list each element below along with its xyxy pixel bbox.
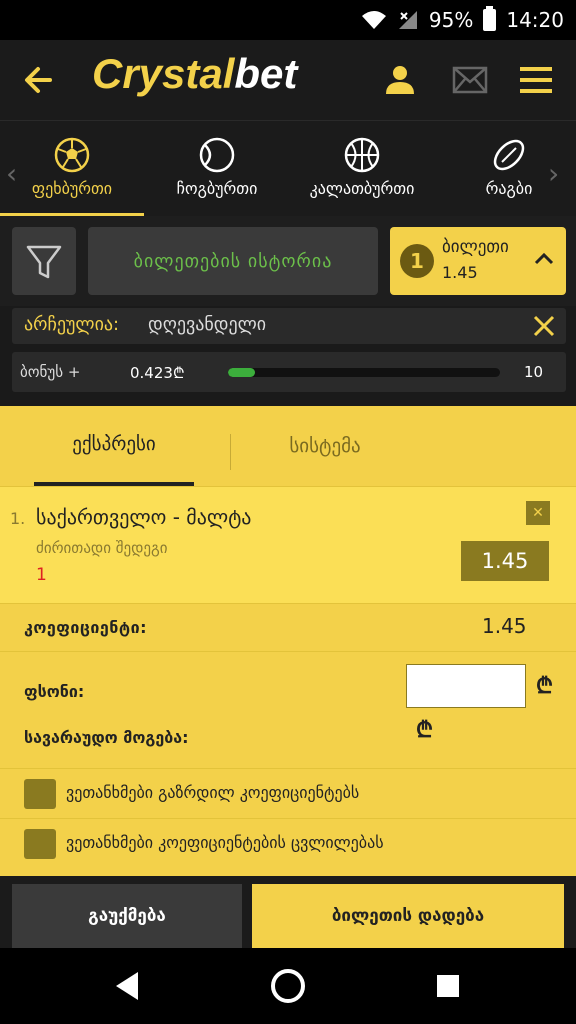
menu-icon[interactable]: [516, 60, 556, 100]
mail-icon[interactable]: [450, 60, 490, 100]
bet-history-button[interactable]: ბილეთების ისტორია: [88, 227, 378, 295]
tab-tennis[interactable]: ჩოგბურთი: [154, 121, 280, 217]
tab-soccer-label: ფეხბურთი: [31, 179, 113, 198]
tab-basketball-label: კალათბურთი: [309, 179, 415, 198]
tab-basketball[interactable]: კალათბურთი: [292, 121, 432, 217]
nav-recents-icon[interactable]: [428, 966, 468, 1006]
wifi-icon: [361, 11, 386, 29]
checkbox-increased-odds[interactable]: ვეთანხმები გაზრდილ კოეფიციენტებს: [0, 768, 576, 816]
betslip-panel: ექსპრესი სისტემა 1. საქართველო - მალტა ძ…: [0, 406, 576, 876]
betslip-tabs: ექსპრესი სისტემა: [0, 406, 576, 486]
tab-express[interactable]: ექსპრესი: [34, 406, 194, 486]
close-icon[interactable]: [530, 312, 558, 340]
filter-icon: [26, 245, 62, 279]
selected-filter: არჩეულია: დღევანდელი: [12, 308, 566, 344]
rugby-ball-icon: [493, 139, 525, 171]
bonus-label: ბონუს +: [20, 363, 81, 381]
tab-rugby-label: რაგბი: [485, 179, 533, 198]
selection-market: ძირითადი შედეგი: [36, 539, 168, 557]
logo[interactable]: Crystalbet: [92, 50, 297, 98]
checkbox-label: ვეთანხმები გაზრდილ კოეფიციენტებს: [66, 783, 360, 802]
soccer-ball-icon: [54, 137, 90, 173]
tab-divider: [230, 434, 231, 470]
selected-label: არჩეულია:: [24, 314, 120, 335]
battery-icon: [483, 6, 497, 31]
sports-tabs: ‹ ფეხბურთი ჩოგბურთი კალათბურთი რაგბი ›: [0, 120, 576, 217]
chevron-right-icon[interactable]: ›: [548, 157, 559, 190]
stake-currency: ₾: [536, 674, 553, 699]
stake-label: ფსონი:: [24, 682, 85, 701]
action-bar: გაუქმება ბილეთის დადება: [0, 876, 576, 948]
selection-number: 1.: [10, 509, 26, 528]
possible-win-currency: ₾: [416, 718, 433, 743]
bonus-progress-fill: [228, 368, 256, 377]
chevron-up-icon: [534, 252, 554, 265]
tennis-ball-icon: [199, 137, 235, 173]
logo-crystal: Crystal: [92, 50, 235, 97]
nav-home-icon[interactable]: [268, 966, 308, 1006]
nav-back-icon[interactable]: [108, 966, 148, 1006]
selection-match: საქართველო - მალტა: [36, 505, 252, 529]
battery-percent: 95%: [428, 8, 474, 32]
checkbox-odds-change[interactable]: ვეთანხმები კოეფიციენტების ცვლილებას: [0, 818, 576, 866]
app-header: Crystalbet: [0, 40, 576, 120]
ticket-label: ბილეთი: [442, 237, 509, 257]
status-bar: 95% 14:20: [0, 0, 576, 40]
back-arrow-icon[interactable]: [20, 60, 60, 100]
tab-soccer[interactable]: ფეხბურთი: [0, 121, 144, 217]
logo-bet: bet: [234, 50, 298, 97]
selection-item: 1. საქართველო - მალტა ძირითადი შედეგი 1 …: [0, 486, 576, 604]
filter-button[interactable]: [12, 227, 76, 295]
selection-odds: 1.45: [461, 541, 549, 581]
bonus-amount: 0.423₾: [130, 364, 185, 382]
remove-selection-button[interactable]: ✕: [526, 501, 550, 525]
bonus-bar: ბონუს + 0.423₾ 10: [12, 352, 566, 392]
checkbox[interactable]: [24, 779, 56, 809]
tab-tennis-label: ჩოგბურთი: [176, 179, 258, 198]
checkbox-label: ვეთანხმები კოეფიციენტების ცვლილებას: [66, 833, 384, 852]
tab-rugby[interactable]: რაგბი: [464, 121, 554, 217]
selected-value: დღევანდელი: [148, 314, 267, 335]
signal-icon: [398, 11, 417, 29]
cancel-button[interactable]: გაუქმება: [12, 884, 242, 948]
toolbar: ბილეთების ისტორია 1 ბილეთი 1.45: [0, 216, 576, 306]
selection-outcome: 1: [36, 565, 47, 585]
checkbox[interactable]: [24, 829, 56, 859]
ticket-count-badge: 1: [400, 244, 434, 278]
basketball-icon: [344, 137, 380, 173]
system-nav-bar: [0, 948, 576, 1024]
ticket-button[interactable]: 1 ბილეთი 1.45: [390, 227, 566, 295]
coefficient-row: კოეფიციენტი: 1.45: [0, 604, 576, 652]
stake-input[interactable]: [406, 664, 526, 708]
user-icon[interactable]: [380, 60, 420, 100]
place-bet-button[interactable]: ბილეთის დადება: [252, 884, 564, 948]
clock: 14:20: [506, 8, 564, 32]
coefficient-value: 1.45: [482, 614, 527, 638]
stake-section: ფსონი: ₾ სავარაუდო მოგება: ₾: [0, 656, 576, 766]
tab-system[interactable]: სისტემა: [250, 406, 400, 486]
ticket-odds: 1.45: [442, 263, 478, 282]
bonus-progress-track: [228, 368, 500, 377]
possible-win-label: სავარაუდო მოგება:: [24, 728, 189, 747]
coefficient-label: კოეფიციენტი:: [24, 618, 147, 637]
bonus-max: 10: [524, 363, 544, 381]
